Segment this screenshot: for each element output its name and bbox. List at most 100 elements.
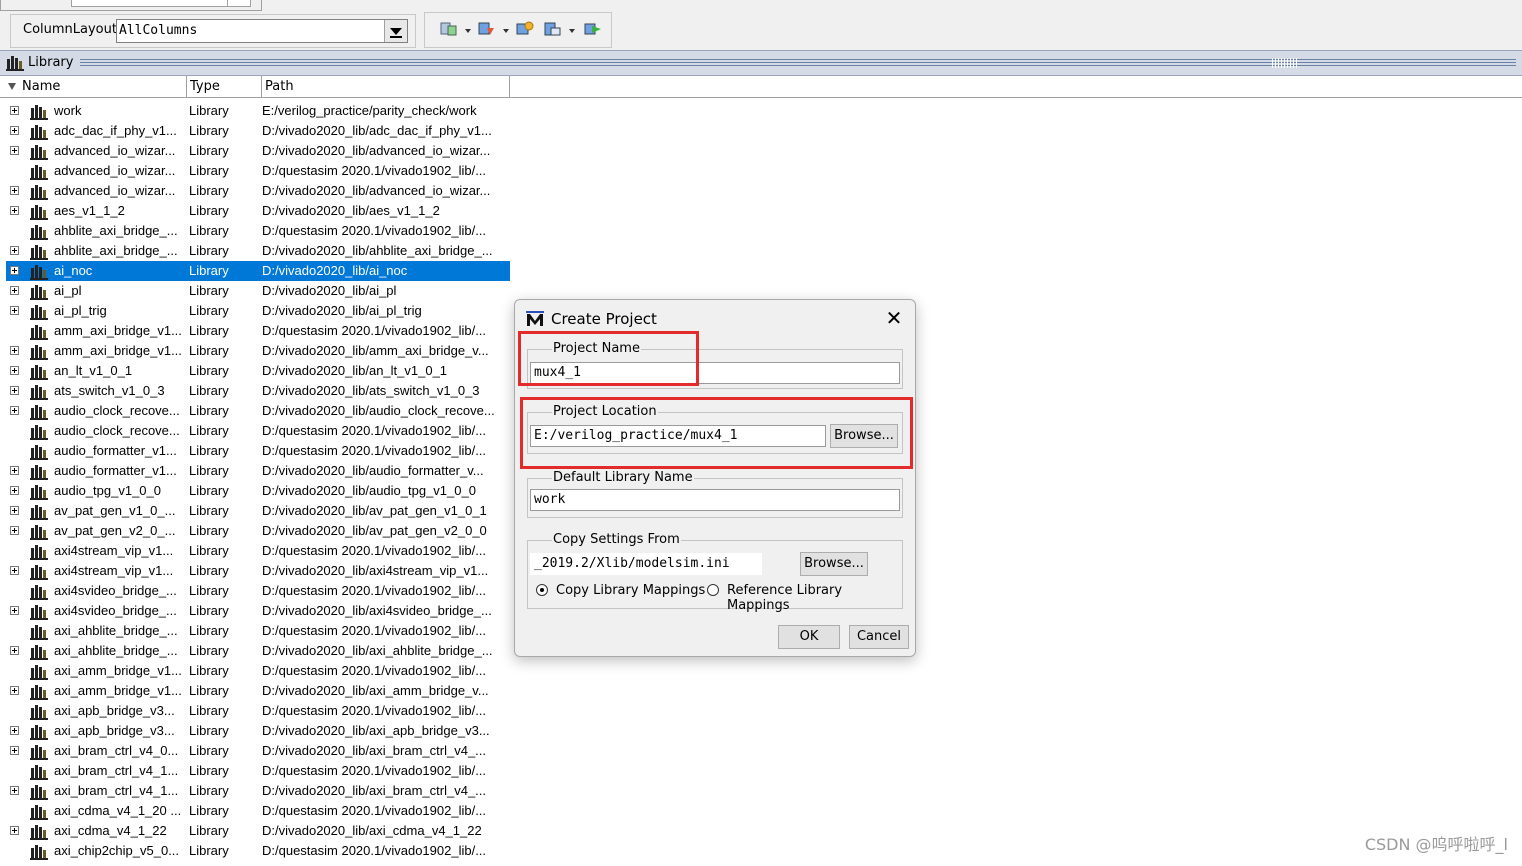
library-row[interactable]: axi_chip2chip_v5_0... Library D:/questasim… xyxy=(0,841,520,861)
expand-icon[interactable] xyxy=(10,246,19,255)
library-row[interactable]: axi_bram_ctrl_v4_0... Library D:/vivado202… xyxy=(0,741,520,761)
default-library-input[interactable]: work xyxy=(530,489,900,511)
library-row-type: Library xyxy=(189,823,229,838)
expand-icon[interactable] xyxy=(10,126,19,135)
library-row[interactable]: advanced_io_wizar... Library D:/vivado2020… xyxy=(0,141,520,161)
library-row[interactable]: amm_axi_bridge_v1... Library D:/vivado2020… xyxy=(0,341,520,361)
expand-icon[interactable] xyxy=(10,366,19,375)
library-row[interactable]: audio_formatter_v1... Library D:/vivado202… xyxy=(0,461,520,481)
library-row-path: D:/questasim 2020.1/vivado1902_lib/... xyxy=(262,703,487,718)
column-layout-select[interactable]: AllColumns xyxy=(116,19,408,43)
reference-mappings-radio[interactable] xyxy=(707,584,719,596)
expand-icon[interactable] xyxy=(10,346,19,355)
dropdown-arrow-icon[interactable] xyxy=(465,29,471,33)
library-row-name: axi_apb_bridge_v3... xyxy=(54,703,175,718)
expand-icon[interactable] xyxy=(10,146,19,155)
column-header-type[interactable]: Type xyxy=(187,76,262,97)
library-row[interactable]: axi_cdma_v4_1_22 Library D:/vivado2020_lib… xyxy=(0,821,520,841)
library-row-type: Library xyxy=(189,283,229,298)
expand-icon[interactable] xyxy=(10,266,19,275)
library-row-name: ai_pl xyxy=(54,283,82,298)
library-row[interactable]: advanced_io_wizar... Library D:/vivado2020… xyxy=(0,181,520,201)
library-row-path: D:/vivado2020_lib/advanced_io_wizar... xyxy=(262,183,491,198)
expand-icon[interactable] xyxy=(10,106,19,115)
expand-icon[interactable] xyxy=(10,186,19,195)
library-row[interactable]: audio_clock_recove... Library D:/questasim… xyxy=(0,421,520,441)
sort-arrow-icon[interactable] xyxy=(8,83,16,90)
dropdown-arrow-icon[interactable] xyxy=(569,29,575,33)
cancel-button[interactable]: Cancel xyxy=(849,625,909,649)
library-row[interactable]: audio_clock_recove... Library D:/vivado202… xyxy=(0,401,520,421)
library-row[interactable]: ahblite_axi_bridge_... Library D:/questasi… xyxy=(0,221,520,241)
library-row[interactable]: axi_bram_ctrl_v4_1... Library D:/vivado202… xyxy=(0,781,520,801)
library-row[interactable]: axi4stream_vip_v1... Library D:/vivado2020… xyxy=(0,561,520,581)
library-dropdown-icon[interactable] xyxy=(439,20,459,38)
ok-button[interactable]: OK xyxy=(778,625,840,649)
expand-icon[interactable] xyxy=(10,286,19,295)
expand-icon[interactable] xyxy=(10,526,19,535)
library-row[interactable]: axi_apb_bridge_v3... Library D:/vivado2020… xyxy=(0,721,520,741)
library-row[interactable]: axi4stream_vip_v1... Library D:/questasim … xyxy=(0,541,520,561)
library-row[interactable]: axi_bram_ctrl_v4_1... Library D:/questasim… xyxy=(0,761,520,781)
library-row[interactable]: ai_pl Library D:/vivado2020_lib/ai_pl xyxy=(0,281,520,301)
library-row[interactable]: adc_dac_if_phy_v1... Library D:/vivado2020… xyxy=(0,121,520,141)
library-row[interactable]: amm_axi_bridge_v1... Library D:/questasim … xyxy=(0,321,520,341)
library-row[interactable]: axi_ahblite_bridge_... Library D:/questasi… xyxy=(0,621,520,641)
expand-icon[interactable] xyxy=(10,206,19,215)
expand-icon[interactable] xyxy=(10,786,19,795)
dropdown-arrow-icon[interactable] xyxy=(384,20,407,42)
library-row[interactable]: axi4svideo_bridge_... Library D:/questasim… xyxy=(0,581,520,601)
expand-icon[interactable] xyxy=(10,746,19,755)
library-row[interactable]: ai_pl_trig Library D:/vivado2020_lib/ai_pl… xyxy=(0,301,520,321)
compile-dropdown-icon[interactable] xyxy=(477,20,497,38)
expand-icon[interactable] xyxy=(10,506,19,515)
library-row[interactable]: an_lt_v1_0_1 Library D:/vivado2020_lib/an_… xyxy=(0,361,520,381)
library-row-type: Library xyxy=(189,243,229,258)
expand-icon[interactable] xyxy=(10,726,19,735)
library-row[interactable]: axi_apb_bridge_v3... Library D:/questasim … xyxy=(0,701,520,721)
expand-icon[interactable] xyxy=(10,826,19,835)
dropdown-arrow-icon[interactable] xyxy=(503,29,509,33)
library-row[interactable]: av_pat_gen_v1_0_... Library D:/vivado2020_… xyxy=(0,501,520,521)
library-row-type: Library xyxy=(189,703,229,718)
expand-icon[interactable] xyxy=(10,306,19,315)
panel-grip[interactable] xyxy=(1272,58,1298,68)
expand-icon[interactable] xyxy=(10,646,19,655)
library-row-name: axi_ahblite_bridge_... xyxy=(54,643,178,658)
library-row[interactable]: work Library E:/verilog_practice/parity_ch… xyxy=(0,101,520,121)
library-row[interactable]: ai_noc Library D:/vivado2020_lib/ai_noc xyxy=(0,261,520,281)
library-row[interactable]: axi_amm_bridge_v1... Library D:/vivado2020… xyxy=(0,681,520,701)
library-row[interactable]: axi_cdma_v4_1_20 ... Library D:/questasim … xyxy=(0,801,520,821)
expand-icon[interactable] xyxy=(10,566,19,575)
panel-drag-bar[interactable] xyxy=(80,59,1516,67)
library-row-type: Library xyxy=(189,223,229,238)
library-row[interactable]: advanced_io_wizar... Library D:/questasim … xyxy=(0,161,520,181)
library-row[interactable]: aes_v1_1_2 Library D:/vivado2020_lib/aes_v… xyxy=(0,201,520,221)
close-icon[interactable]: ✕ xyxy=(883,307,905,329)
library-row[interactable]: axi4svideo_bridge_... Library D:/vivado202… xyxy=(0,601,520,621)
library-row[interactable]: axi_amm_bridge_v1... Library D:/questasim … xyxy=(0,661,520,681)
library-row[interactable]: av_pat_gen_v2_0_... Library D:/vivado2020_… xyxy=(0,521,520,541)
library-row-name: advanced_io_wizar... xyxy=(54,163,176,178)
expand-icon[interactable] xyxy=(10,406,19,415)
column-header-path[interactable]: Path xyxy=(262,76,510,97)
simulate-icon[interactable] xyxy=(515,20,535,38)
copy-mappings-radio[interactable] xyxy=(536,584,548,596)
library-row-type: Library xyxy=(189,183,229,198)
watermark: CSDN @呜呼啦呼_l xyxy=(1364,835,1508,854)
library-row[interactable]: axi_ahblite_bridge_... Library D:/vivado20… xyxy=(0,641,520,661)
library-row[interactable]: audio_formatter_v1... Library D:/questasim… xyxy=(0,441,520,461)
expand-icon[interactable] xyxy=(10,686,19,695)
library-row[interactable]: ats_switch_v1_0_3 Library D:/vivado2020_li… xyxy=(0,381,520,401)
edit-dropdown-icon[interactable] xyxy=(543,20,563,38)
copy-settings-input[interactable]: _2019.2/Xlib/modelsim.ini xyxy=(530,553,762,575)
refresh-icon[interactable] xyxy=(583,20,603,38)
browse-settings-button[interactable]: Browse... xyxy=(800,552,868,576)
column-header-name[interactable]: Name xyxy=(19,76,187,97)
expand-icon[interactable] xyxy=(10,386,19,395)
expand-icon[interactable] xyxy=(10,466,19,475)
expand-icon[interactable] xyxy=(10,486,19,495)
library-row[interactable]: ahblite_axi_bridge_... Library D:/vivado20… xyxy=(0,241,520,261)
library-row[interactable]: audio_tpg_v1_0_0 Library D:/vivado2020_lib… xyxy=(0,481,520,501)
expand-icon[interactable] xyxy=(10,606,19,615)
